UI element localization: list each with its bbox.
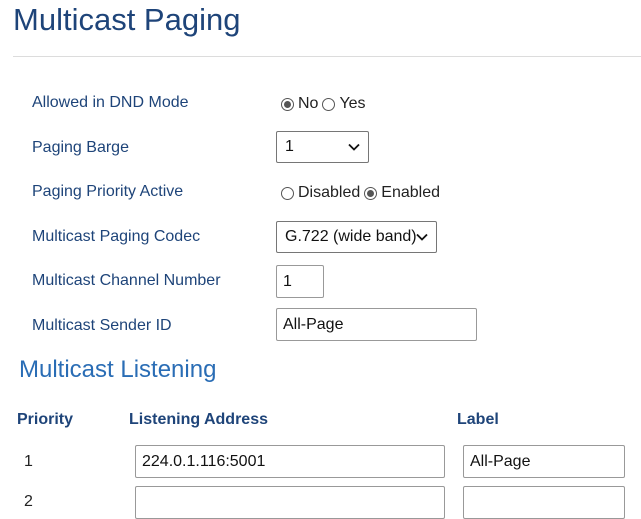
paging-priority-radio-group: Disabled Enabled: [281, 184, 444, 202]
listening-label-input[interactable]: All-Page: [463, 445, 625, 478]
title-divider: [13, 56, 641, 57]
paging-priority-row: Paging Priority Active Disabled Enabled: [0, 171, 641, 215]
dnd-no-radio[interactable]: [281, 97, 294, 111]
paging-barge-value: 1: [285, 138, 294, 155]
priority-cell: 1: [24, 453, 33, 470]
priority-enabled-label[interactable]: Enabled: [381, 184, 440, 202]
listening-label-input[interactable]: [463, 486, 625, 519]
priority-cell: 2: [24, 493, 33, 510]
listening-section-title: Multicast Listening: [19, 356, 217, 383]
priority-disabled-label[interactable]: Disabled: [298, 184, 360, 202]
priority-enabled-radio[interactable]: [364, 186, 378, 200]
paging-codec-value: G.722 (wide band): [285, 228, 417, 245]
paging-codec-row: Multicast Paging Codec G.722 (wide band): [0, 215, 641, 259]
channel-number-row: Multicast Channel Number 1: [0, 259, 641, 303]
channel-number-input[interactable]: 1: [276, 265, 324, 298]
priority-disabled-radio[interactable]: [281, 186, 294, 200]
paging-barge-label: Paging Barge: [32, 139, 129, 156]
priority-column-header: Priority: [17, 411, 74, 428]
chevron-down-icon: [348, 143, 360, 151]
dnd-mode-row: Allowed in DND Mode No Yes: [0, 82, 641, 126]
dnd-yes-label[interactable]: Yes: [339, 95, 365, 113]
dnd-yes-radio[interactable]: [322, 97, 336, 111]
paging-barge-row: Paging Barge 1: [0, 126, 641, 170]
listening-address-input[interactable]: [135, 486, 445, 519]
address-column-header: Listening Address: [129, 411, 268, 428]
dnd-no-label[interactable]: No: [298, 95, 318, 113]
dnd-mode-radio-group: No Yes: [281, 95, 370, 113]
channel-number-label: Multicast Channel Number: [32, 272, 221, 289]
sender-id-input[interactable]: All-Page: [276, 308, 477, 341]
dnd-mode-label: Allowed in DND Mode: [32, 94, 189, 111]
page-title: Multicast Paging: [13, 2, 241, 37]
chevron-down-icon: [416, 233, 428, 241]
label-column-header: Label: [457, 411, 499, 428]
paging-priority-label: Paging Priority Active: [32, 183, 184, 200]
sender-id-label: Multicast Sender ID: [32, 317, 172, 334]
paging-codec-select[interactable]: G.722 (wide band): [276, 221, 437, 253]
paging-codec-label: Multicast Paging Codec: [32, 228, 201, 245]
listening-address-input[interactable]: 224.0.1.116:5001: [135, 445, 445, 478]
sender-id-row: Multicast Sender ID All-Page: [0, 303, 641, 347]
paging-barge-select[interactable]: 1: [276, 131, 369, 163]
